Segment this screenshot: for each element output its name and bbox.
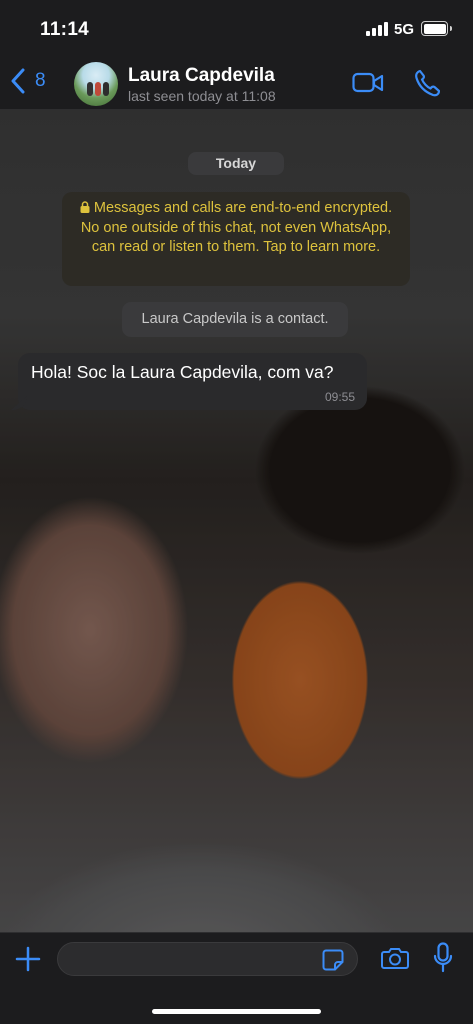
date-separator: Today xyxy=(188,152,284,175)
unread-count: 8 xyxy=(35,70,46,91)
lock-icon xyxy=(80,201,90,213)
encryption-notice[interactable]: Messages and calls are end-to-end encryp… xyxy=(62,192,410,286)
microphone-icon[interactable] xyxy=(433,942,453,974)
chevron-left-icon xyxy=(11,68,25,94)
battery-icon xyxy=(421,21,452,36)
message-input-bar xyxy=(0,932,473,1024)
camera-icon[interactable] xyxy=(381,946,409,970)
back-button[interactable]: 8 xyxy=(10,68,46,94)
message-time: 09:55 xyxy=(324,390,355,404)
sticker-icon[interactable] xyxy=(322,949,344,971)
status-time: 11:14 xyxy=(40,19,90,40)
home-indicator xyxy=(152,1009,321,1014)
network-label: 5G xyxy=(394,21,415,38)
contact-name[interactable]: Laura Capdevila xyxy=(128,65,275,87)
message-text: Hola! Soc la Laura Capdevila, com va? xyxy=(31,362,334,382)
video-icon[interactable] xyxy=(352,71,384,95)
plus-icon[interactable] xyxy=(14,945,42,973)
signal-icon xyxy=(366,22,388,36)
avatar[interactable] xyxy=(74,62,118,106)
phone-icon[interactable] xyxy=(414,69,440,97)
message-input[interactable] xyxy=(57,942,358,976)
last-seen-status: last seen today at 11:08 xyxy=(128,88,276,104)
chat-header: 8 Laura Capdevila last seen today at 11:… xyxy=(0,56,473,110)
encryption-notice-text: Messages and calls are end-to-end encryp… xyxy=(80,200,393,255)
contact-notice: Laura Capdevila is a contact. xyxy=(122,302,348,337)
incoming-message-bubble[interactable]: Hola! Soc la Laura Capdevila, com va? 09… xyxy=(18,353,367,410)
status-bar: 11:14 5G xyxy=(0,0,473,56)
